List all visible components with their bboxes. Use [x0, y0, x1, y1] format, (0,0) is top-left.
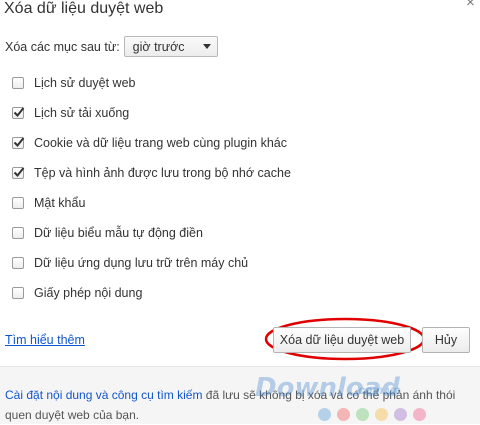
- time-range-row: Xóa các mục sau từ: giờ trước: [5, 36, 218, 57]
- clear-option-row[interactable]: Lịch sử duyệt web: [12, 68, 291, 98]
- time-range-label: Xóa các mục sau từ:: [5, 39, 120, 54]
- checkbox[interactable]: [12, 77, 24, 89]
- clear-option-label: Dữ liệu ứng dụng lưu trữ trên máy chủ: [34, 256, 249, 270]
- checkbox[interactable]: [12, 257, 24, 269]
- checkbox[interactable]: [12, 227, 24, 239]
- clear-option-label: Lịch sử tải xuống: [34, 106, 130, 120]
- footer-text: Cài đặt nội dung và công cụ tìm kiếm đã …: [5, 385, 475, 425]
- time-range-select[interactable]: giờ trước: [123, 36, 218, 57]
- clear-option-row[interactable]: Tệp và hình ảnh được lưu trong bộ nhớ ca…: [12, 158, 291, 188]
- footer-note: Cài đặt nội dung và công cụ tìm kiếm đã …: [0, 366, 480, 424]
- clear-option-label: Mật khẩu: [34, 196, 86, 210]
- clear-option-label: Lịch sử duyệt web: [34, 76, 136, 90]
- checkmark-icon: [13, 137, 25, 147]
- clear-option-label: Dữ liệu biểu mẫu tự động điền: [34, 226, 203, 240]
- clear-option-label: Cookie và dữ liệu trang web cùng plugin …: [34, 136, 287, 150]
- clear-option-row[interactable]: Mật khẩu: [12, 188, 291, 218]
- checkbox[interactable]: [12, 167, 25, 179]
- checkmark-icon: [13, 167, 25, 177]
- dropdown-arrow-icon: [202, 44, 211, 49]
- clear-options-list: Lịch sử duyệt web Lịch sử tải xuống Cookie…: [12, 68, 291, 308]
- checkmark-icon: [13, 107, 25, 117]
- clear-browsing-data-button[interactable]: Xóa dữ liệu duyệt web: [273, 327, 411, 353]
- clear-option-row[interactable]: Giấy phép nội dung: [12, 278, 291, 308]
- clear-option-row[interactable]: Dữ liệu ứng dụng lưu trữ trên máy chủ: [12, 248, 291, 278]
- clear-option-label: Tệp và hình ảnh được lưu trong bộ nhớ ca…: [34, 166, 291, 180]
- clear-option-row[interactable]: Cookie và dữ liệu trang web cùng plugin …: [12, 128, 291, 158]
- clear-option-label: Giấy phép nội dung: [34, 286, 143, 300]
- checkbox[interactable]: [12, 137, 25, 149]
- checkbox[interactable]: [12, 107, 25, 119]
- close-icon[interactable]: ×: [466, 0, 475, 11]
- clear-option-row[interactable]: Dữ liệu biểu mẫu tự động điền: [12, 218, 291, 248]
- footer-text-rest: đã lưu sẽ không bị xóa và có thể phản án…: [202, 388, 456, 402]
- footer-text-line2: quen duyệt web của bạn.: [5, 408, 140, 422]
- content-settings-link[interactable]: Cài đặt nội dung và công cụ tìm kiếm: [5, 388, 202, 402]
- time-range-value: giờ trước: [132, 39, 185, 54]
- checkbox[interactable]: [12, 197, 24, 209]
- learn-more-link[interactable]: Tìm hiểu thêm: [5, 333, 85, 347]
- dialog-title: Xóa dữ liệu duyệt web: [4, 0, 164, 17]
- clear-browsing-data-dialog: Xóa dữ liệu duyệt web × Xóa các mục sau …: [0, 0, 480, 424]
- cancel-button[interactable]: Hủy: [422, 327, 470, 353]
- checkbox[interactable]: [12, 287, 24, 299]
- clear-option-row[interactable]: Lịch sử tải xuống: [12, 98, 291, 128]
